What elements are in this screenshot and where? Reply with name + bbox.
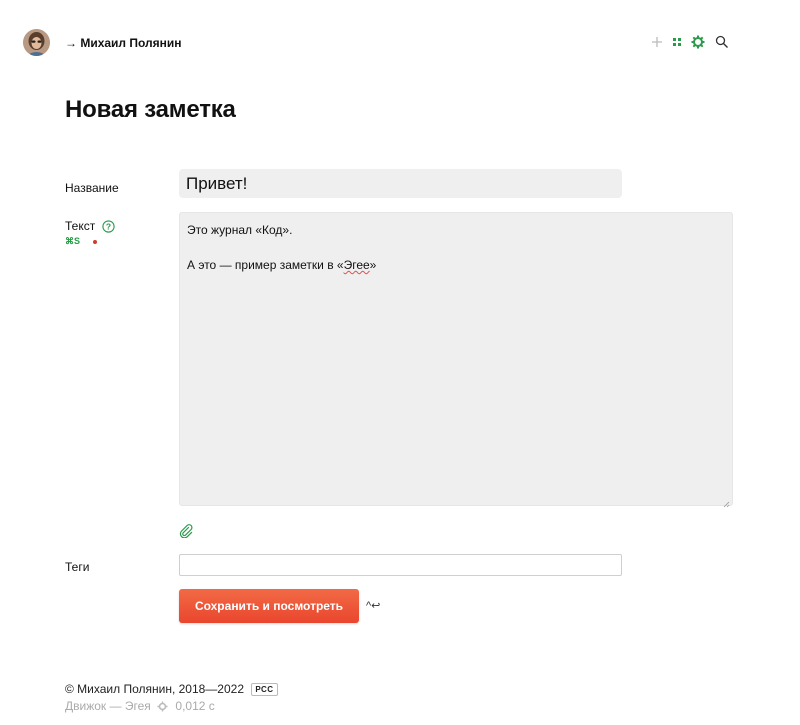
engine-gear-icon [157,701,168,715]
save-hotkey-hint: ^↩ [366,600,381,612]
save-shortcut: ⌘S [65,236,97,247]
engine-link[interactable]: Движок — Эгея [65,699,151,713]
search-icon[interactable] [715,34,731,50]
save-button[interactable]: Сохранить и посмотреть [179,589,359,623]
grid-icon[interactable] [672,34,688,50]
shortcut-label: ⌘S [65,236,81,246]
plus-icon[interactable] [651,34,667,50]
help-icon[interactable]: ? [101,220,115,236]
text-label-row: Текст ? [65,219,115,236]
text-area[interactable]: Это журнал «Код». А это — пример заметки… [179,212,733,508]
title-label: Название [65,181,119,195]
footer-copyright-row: © Михаил Полянин, 2018—2022 РСС [65,682,278,696]
paperclip-icon[interactable] [179,524,193,539]
title-input[interactable] [179,169,622,198]
unsaved-dot [92,239,97,244]
tags-label: Теги [65,560,90,574]
rss-link[interactable]: РСС [251,683,278,696]
avatar[interactable] [23,29,50,56]
text-label: Текст [65,219,96,233]
resize-grip[interactable] [723,496,730,508]
svg-text:?: ? [105,222,110,232]
text-line-2: А это — пример заметки в «Эгее» [187,257,377,272]
page-title: Новая заметка [65,96,236,123]
footer-engine-row: Движок — Эгея 0,012 с [65,699,215,715]
header: → Михаил Полянин [0,0,800,80]
tags-input[interactable] [179,554,622,576]
author-link[interactable]: → Михаил Полянин [65,36,182,50]
settings-gear-icon[interactable] [691,34,707,50]
render-time: 0,012 с [175,699,215,713]
text-line-1: Это журнал «Код». [187,223,293,237]
footer-copyright: © Михаил Полянин, 2018—2022 [65,682,245,696]
